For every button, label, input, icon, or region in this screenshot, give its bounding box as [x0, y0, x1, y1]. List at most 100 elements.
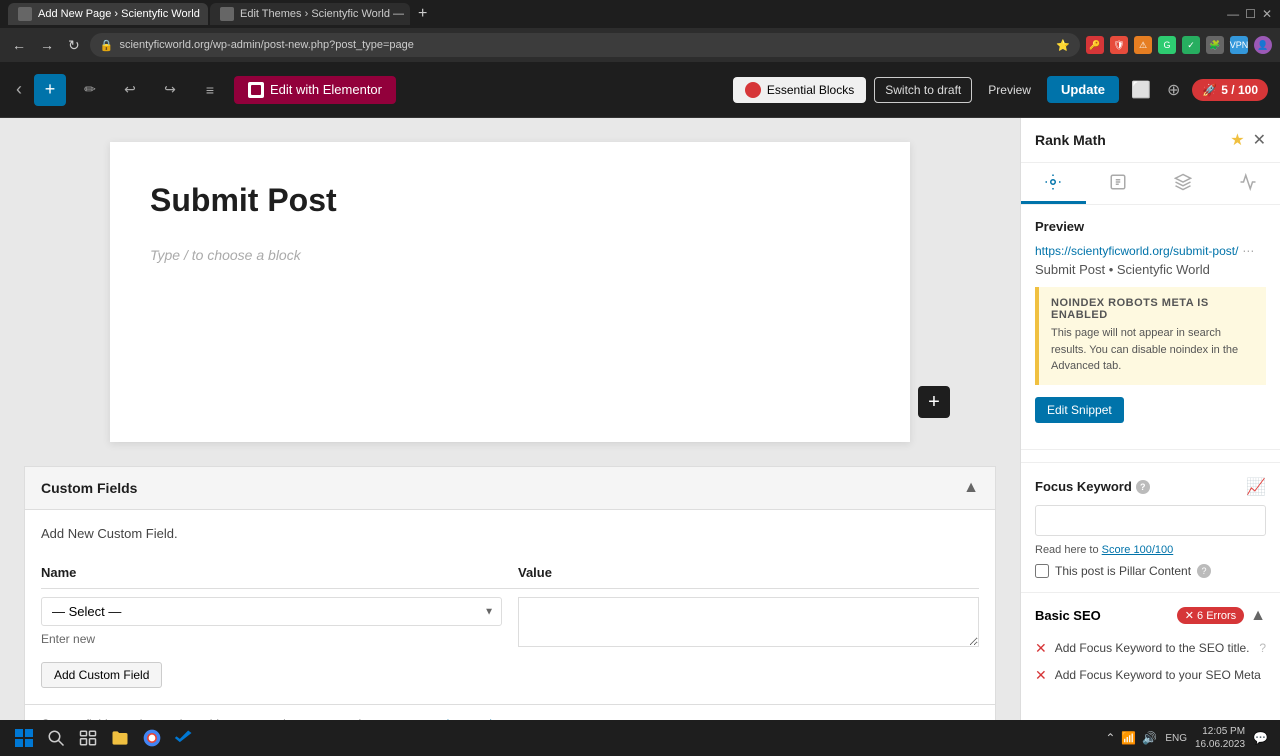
window-close[interactable]: ✕	[1262, 7, 1272, 21]
fk-pillar-checkbox[interactable]	[1035, 564, 1049, 578]
task-view-button[interactable]	[76, 726, 100, 750]
rankmath-title: Rank Math	[1035, 132, 1106, 148]
redo-button[interactable]: ↪	[154, 74, 186, 106]
score-badge[interactable]: 🚀 5 / 100	[1192, 79, 1268, 101]
system-tray: ⌃ 📶 🔊	[1105, 731, 1157, 745]
search-taskbar-button[interactable]	[44, 726, 68, 750]
update-button[interactable]: Update	[1047, 76, 1119, 103]
cf-name-select[interactable]: — Select —	[41, 597, 502, 626]
add-custom-field-button[interactable]: Add Custom Field	[41, 662, 162, 688]
address-bar[interactable]: 🔒 scientyficworld.org/wp-admin/post-new.…	[90, 33, 1080, 57]
forward-button[interactable]: →	[36, 33, 58, 57]
rm-noindex-title: NOINDEX ROBOTS META IS ENABLED	[1051, 297, 1254, 321]
bseo-item-text-2: Add Focus Keyword to your SEO Meta	[1055, 668, 1266, 682]
fk-help-icon[interactable]: ?	[1136, 480, 1150, 494]
ext-check[interactable]: ✓	[1182, 36, 1200, 54]
wp-back-button[interactable]: ‹	[12, 75, 26, 104]
vscode-button[interactable]	[172, 726, 196, 750]
preview-button[interactable]: Preview	[980, 78, 1039, 102]
list-view-button[interactable]: ≡	[194, 74, 226, 106]
focus-keyword-input[interactable]	[1035, 505, 1266, 536]
pencil-tool-button[interactable]: ✏	[74, 74, 106, 106]
inline-add-block-button[interactable]: +	[918, 386, 950, 418]
file-explorer-button[interactable]	[108, 726, 132, 750]
browser-tabs: Add New Page › Scientyfic World ✕ Edit T…	[0, 0, 1280, 28]
block-placeholder[interactable]: Type / to choose a block	[150, 239, 870, 271]
custom-fields-collapse-icon[interactable]: ▲	[963, 479, 979, 497]
window-maximize[interactable]: ☐	[1245, 7, 1256, 21]
editor-content: Submit Post Type / to choose a block	[110, 142, 910, 442]
cf-row: — Select — ▼ Enter new	[41, 597, 979, 652]
rankmath-preview-section: Preview https://scientyficworld.org/subm…	[1021, 205, 1280, 437]
post-title[interactable]: Submit Post	[150, 182, 870, 219]
rankmath-star-icon[interactable]: ★	[1230, 130, 1244, 150]
edit-elementor-button[interactable]: Edit with Elementor	[234, 76, 396, 104]
cf-value-textarea[interactable]	[518, 597, 979, 647]
fk-pillar-help-icon[interactable]: ?	[1197, 564, 1211, 578]
ext-lastpass[interactable]: 🔑	[1086, 36, 1104, 54]
bookmark-icon[interactable]: ⭐	[1056, 39, 1070, 52]
ext-user[interactable]: 👤	[1254, 36, 1272, 54]
fk-pillar-label[interactable]: This post is Pillar Content ?	[1035, 564, 1266, 578]
rm-tab-schema[interactable]	[1151, 163, 1216, 204]
essential-blocks-icon	[745, 82, 761, 98]
custom-fields-body: Add New Custom Field. Name Value — Selec…	[25, 510, 995, 704]
score-icon: 🚀	[1202, 83, 1217, 97]
custom-fields-header[interactable]: Custom Fields ▲	[25, 467, 995, 510]
fk-label-text: Focus Keyword	[1035, 479, 1132, 494]
ext-vpn[interactable]: VPN	[1230, 36, 1248, 54]
custom-fields-panel: Custom Fields ▲ Add New Custom Field. Na…	[24, 466, 996, 720]
tray-up-arrow[interactable]: ⌃	[1105, 731, 1115, 745]
ext-puzzle[interactable]: 🧩	[1206, 36, 1224, 54]
essential-blocks-button[interactable]: Essential Blocks	[733, 77, 866, 103]
tray-sound-icon[interactable]: 🔊	[1142, 731, 1157, 745]
tab-label-2: Edit Themes › Scientyfic World —	[240, 8, 404, 20]
browser-taskbar-button[interactable]	[140, 726, 164, 750]
new-tab-button[interactable]: +	[412, 3, 433, 25]
editor-area[interactable]: Submit Post Type / to choose a block + C…	[0, 118, 1020, 720]
layout-toggle-button[interactable]: ⬜	[1127, 76, 1155, 104]
tray-wifi-icon[interactable]: 📶	[1121, 731, 1136, 745]
fk-score-anchor[interactable]: Score 100/100	[1102, 544, 1174, 556]
rm-tab-analytics[interactable]	[1215, 163, 1280, 204]
fk-pillar-text: This post is Pillar Content	[1055, 564, 1191, 578]
bseo-error-icon-1: ✕	[1035, 640, 1047, 657]
focus-keyword-section: Focus Keyword ? 📈 Read here to Score 100…	[1021, 462, 1280, 592]
clock[interactable]: 12:05 PM 16.06.2023	[1195, 725, 1245, 751]
wp-toolbar: ‹ + ✏ ↩ ↪ ≡ Edit with Elementor Essentia…	[0, 62, 1280, 118]
rankmath-close-icon[interactable]: ✕	[1253, 130, 1266, 150]
cf-value-container	[518, 597, 979, 652]
custom-fields-footer: Custom fields can be used to add extra m…	[25, 704, 995, 720]
reload-button[interactable]: ↻	[64, 33, 84, 58]
elementor-button-label: Edit with Elementor	[270, 82, 382, 97]
ext-green[interactable]: G	[1158, 36, 1176, 54]
rm-tab-advanced[interactable]	[1086, 163, 1151, 204]
add-block-button[interactable]: +	[34, 74, 66, 106]
browser-tab-1[interactable]: Add New Page › Scientyfic World ✕	[8, 3, 208, 25]
window-minimize[interactable]: —	[1227, 7, 1239, 21]
notification-icon[interactable]: 💬	[1253, 731, 1268, 745]
bseo-error-icon-2: ✕	[1035, 667, 1047, 684]
ext-shields[interactable]: 🛡	[1110, 36, 1128, 54]
fk-pillar-container: This post is Pillar Content ?	[1035, 564, 1266, 578]
fk-trending-icon[interactable]: 📈	[1246, 477, 1266, 497]
browser-tab-2[interactable]: Edit Themes › Scientyfic World — ✕	[210, 3, 410, 25]
taskbar-right: ⌃ 📶 🔊 ENG 12:05 PM 16.06.2023 💬	[1105, 725, 1268, 751]
bseo-help-icon-1[interactable]: ?	[1259, 641, 1266, 655]
rm-tab-general[interactable]	[1021, 163, 1086, 204]
cf-select-container: — Select — ▼	[41, 597, 502, 626]
essential-blocks-label: Essential Blocks	[767, 83, 854, 97]
bseo-collapse-icon[interactable]: ▲	[1250, 607, 1266, 625]
bseo-errors-badge: ✕ 6 Errors	[1177, 607, 1244, 624]
main-area: Submit Post Type / to choose a block + C…	[0, 118, 1280, 720]
rm-url-dots-icon[interactable]: ⋯	[1242, 244, 1254, 258]
back-button[interactable]: ←	[8, 33, 30, 57]
start-button[interactable]	[12, 726, 36, 750]
edit-snippet-button[interactable]: Edit Snippet	[1035, 397, 1124, 423]
ext-orange[interactable]: ⚠	[1134, 36, 1152, 54]
rm-url-text[interactable]: https://scientyficworld.org/submit-post/	[1035, 244, 1238, 258]
browser-extension-icons: 🔑 🛡 ⚠ G ✓ 🧩 VPN 👤	[1086, 36, 1272, 54]
settings-button[interactable]: ⊕	[1163, 76, 1184, 104]
undo-button[interactable]: ↩	[114, 74, 146, 106]
switch-to-draft-button[interactable]: Switch to draft	[874, 77, 972, 103]
